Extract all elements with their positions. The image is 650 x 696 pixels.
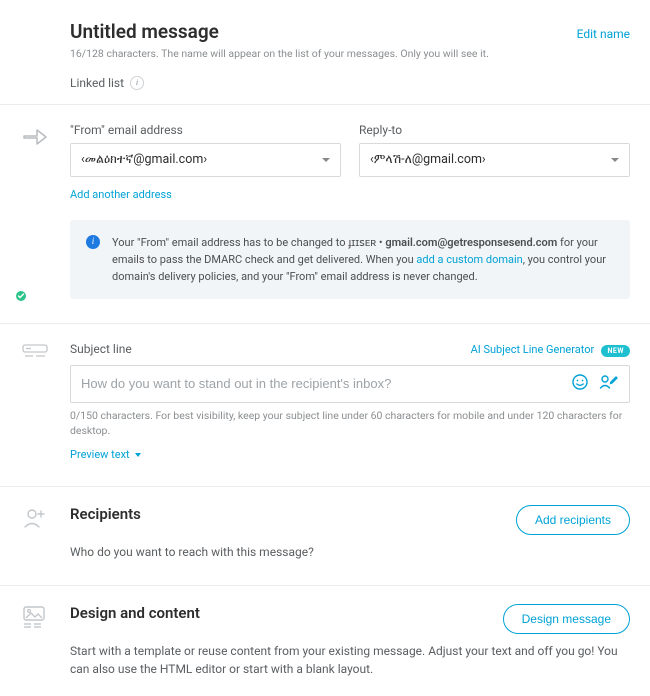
reply-to-select[interactable]: ‹ምላሽ-ለ@gmail.com›: [359, 143, 630, 177]
add-another-address-link[interactable]: Add another address: [70, 188, 172, 201]
emoji-icon[interactable]: [571, 373, 589, 395]
design-section-icon: [22, 606, 48, 628]
notice-info-icon: i: [86, 235, 100, 249]
linked-list-label: Linked list: [70, 76, 124, 90]
from-email-select[interactable]: ‹መልዕክተኛ@gmail.com›: [70, 143, 341, 177]
new-badge: NEW: [601, 345, 630, 357]
subject-hint: 0/150 characters. For best visibility, k…: [70, 409, 630, 438]
subject-label: Subject line: [70, 342, 132, 356]
from-section-icon: [22, 125, 48, 299]
from-label: "From" email address: [70, 123, 341, 137]
ai-subject-generator-link[interactable]: AI Subject Line Generator: [471, 343, 595, 356]
preview-text-toggle[interactable]: Preview text: [70, 448, 141, 461]
design-desc: Start with a template or reuse content f…: [70, 642, 630, 678]
subject-input[interactable]: [81, 376, 561, 391]
design-title: Design and content: [70, 604, 200, 622]
subject-section-icon: [22, 344, 48, 358]
info-icon[interactable]: i: [130, 76, 144, 90]
add-custom-domain-link[interactable]: add a custom domain: [416, 253, 522, 266]
title-hint: 16/128 characters. The name will appear …: [70, 47, 630, 62]
message-title: Untitled message: [70, 20, 219, 43]
reply-to-label: Reply-to: [359, 123, 630, 137]
edit-name-link[interactable]: Edit name: [577, 27, 630, 41]
from-email-value: ‹መልዕክተኛ@gmail.com›: [81, 152, 207, 167]
add-recipients-button[interactable]: Add recipients: [516, 505, 630, 535]
dmarc-notice: i Your "From" email address has to be ch…: [70, 220, 630, 299]
personalize-icon[interactable]: [599, 373, 619, 395]
recipients-section-icon: [22, 507, 48, 529]
recipients-title: Recipients: [70, 505, 141, 523]
design-message-button[interactable]: Design message: [503, 604, 630, 634]
check-icon: [14, 289, 28, 303]
reply-to-value: ‹ምላሽ-ለ@gmail.com›: [370, 152, 486, 167]
recipients-desc: Who do you want to reach with this messa…: [70, 543, 630, 561]
